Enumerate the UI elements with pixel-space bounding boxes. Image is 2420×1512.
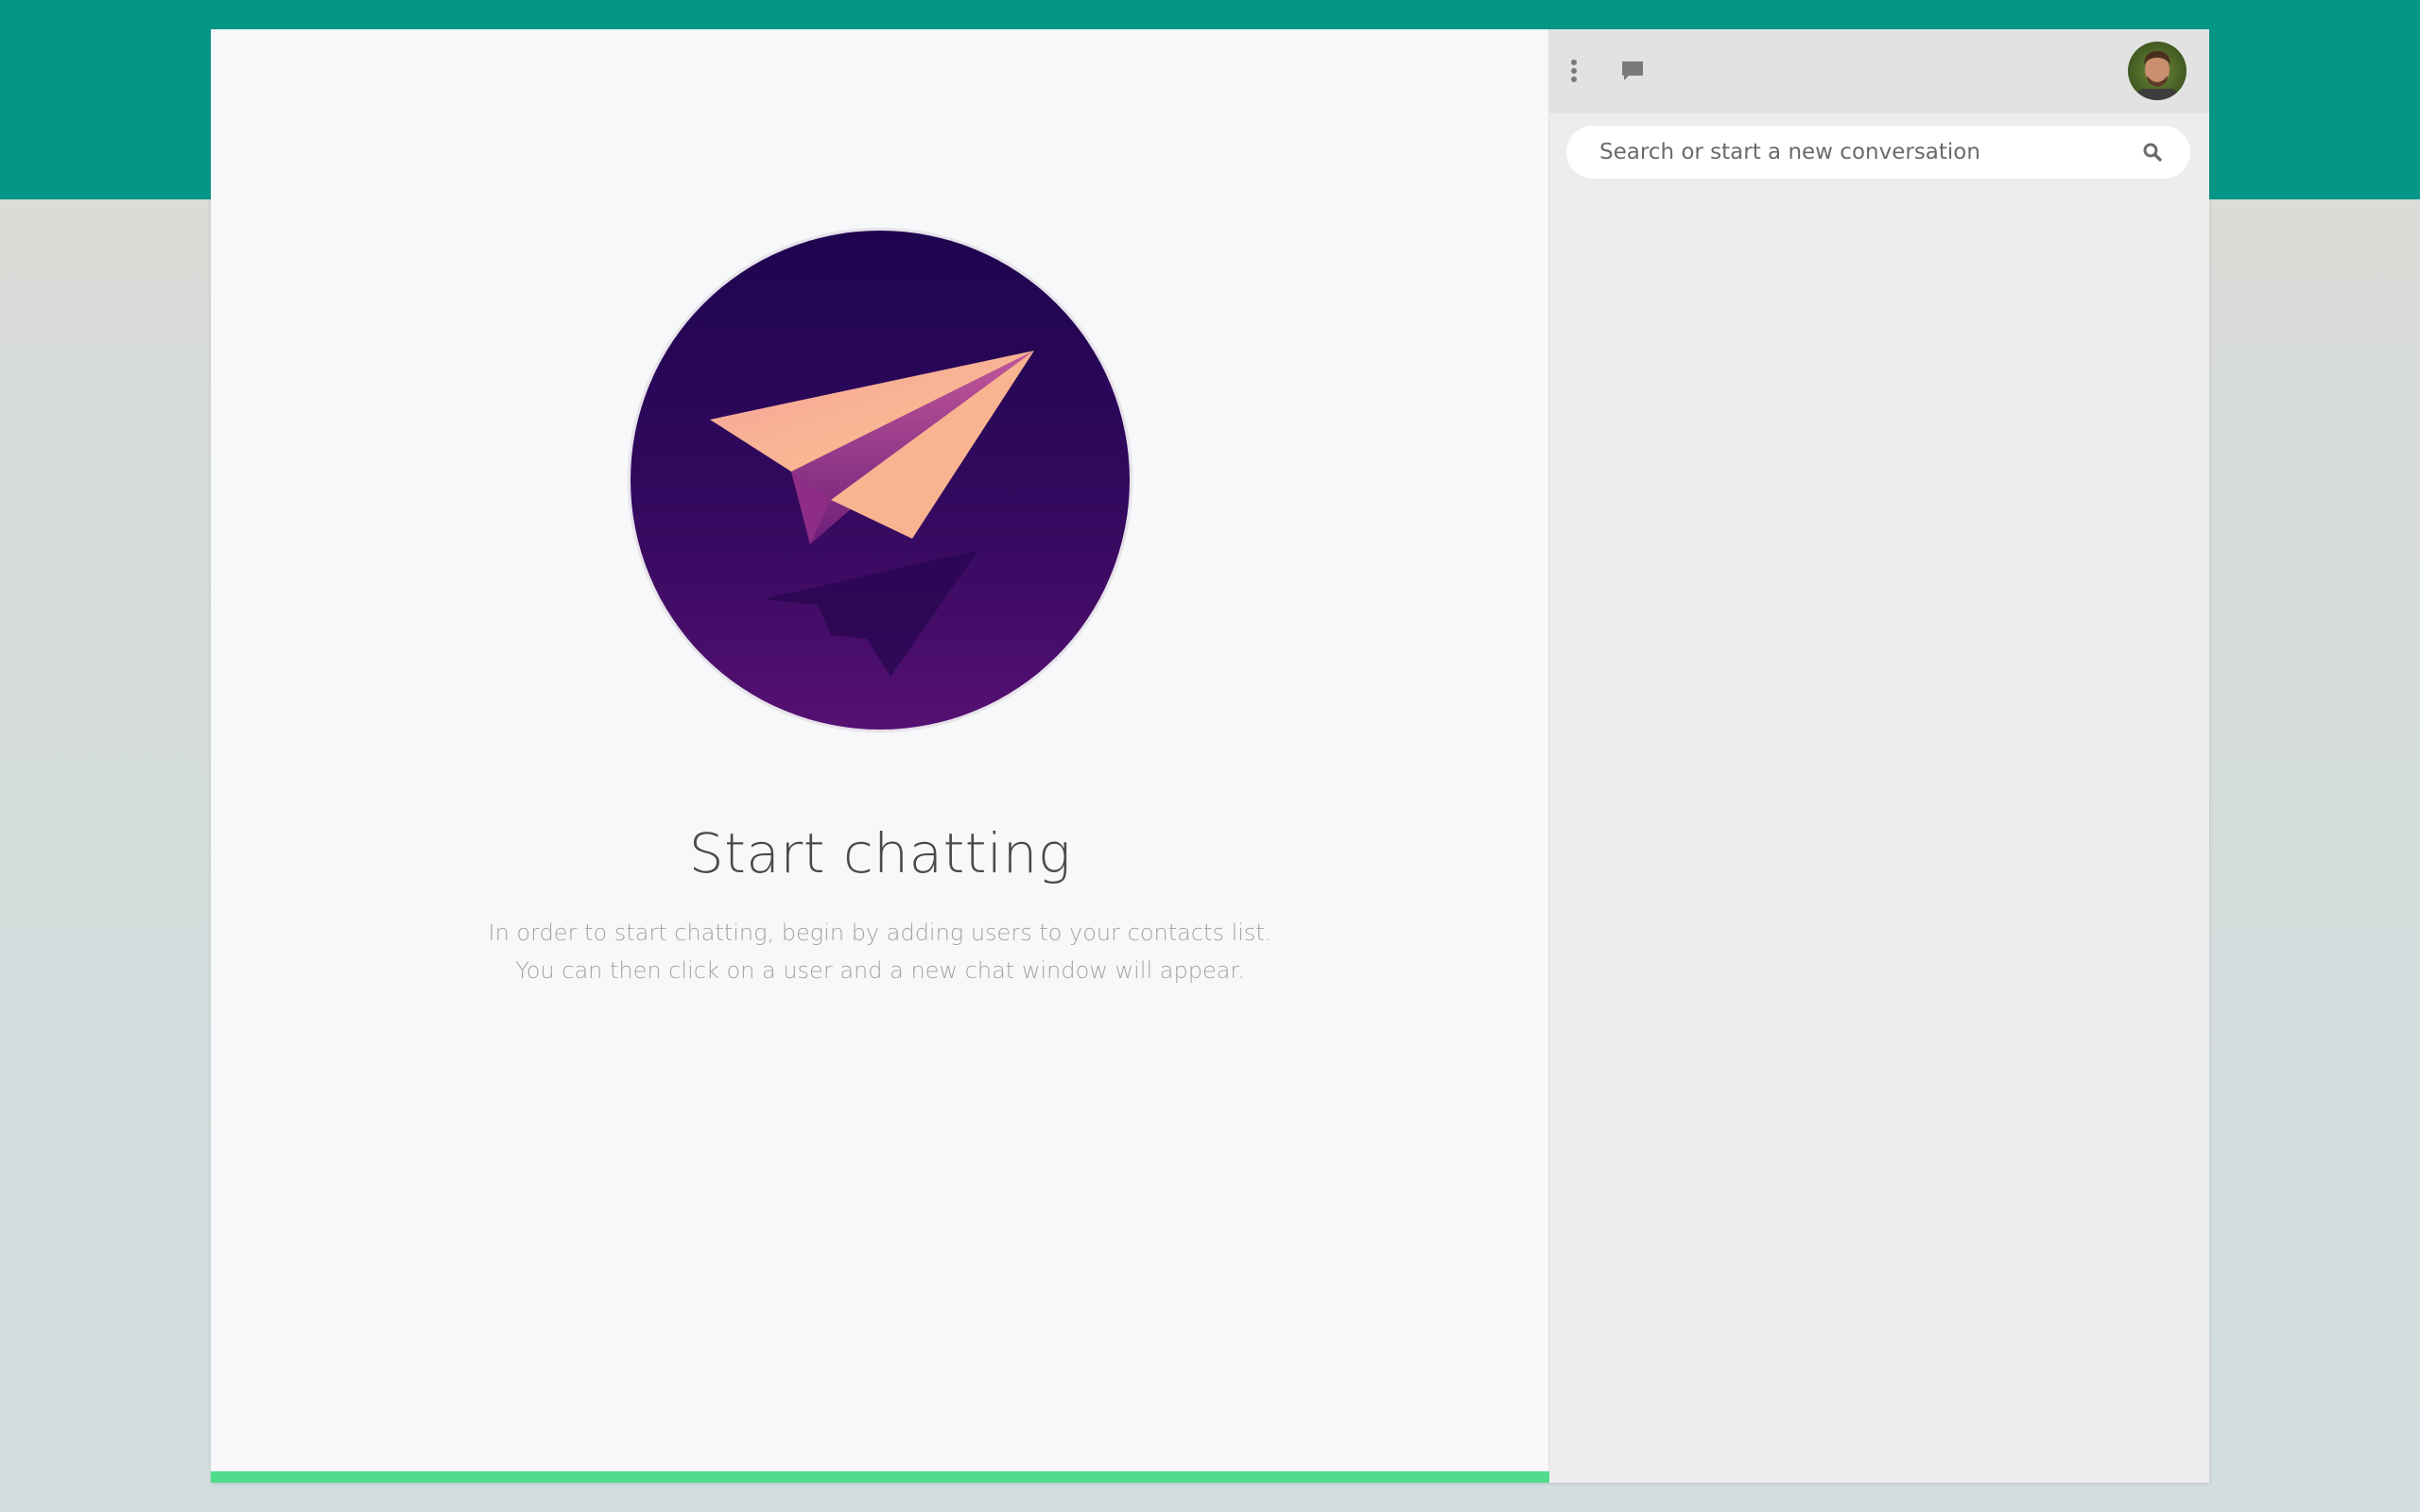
- welcome-description-line-2: You can then click on a user and a new c…: [515, 957, 1245, 984]
- bottom-accent-bar: [211, 1471, 1549, 1483]
- paper-plane-icon: [631, 231, 1130, 730]
- welcome-description: In order to start chatting, begin by add…: [211, 914, 1549, 989]
- menu-button[interactable]: [1555, 52, 1593, 90]
- new-chat-button[interactable]: [1614, 52, 1651, 90]
- user-avatar[interactable]: [2128, 42, 2187, 100]
- contacts-sidebar: [1549, 29, 2209, 1483]
- paper-plane-illustration: [631, 231, 1130, 730]
- welcome-pane: Start chatting In order to start chattin…: [211, 29, 1549, 1483]
- welcome-title: Start chatting: [688, 821, 1072, 885]
- chat-bubble-icon: [1622, 61, 1643, 80]
- search-icon[interactable]: [2141, 141, 2164, 163]
- welcome-description-line-1: In order to start chatting, begin by add…: [488, 919, 1272, 946]
- search-bar: [1566, 126, 2190, 179]
- app-window: Start chatting In order to start chattin…: [211, 29, 2209, 1483]
- avatar-image: [2128, 42, 2187, 100]
- vertical-dots-icon: [1571, 60, 1577, 82]
- search-input[interactable]: [1566, 126, 2134, 179]
- sidebar-header: [1549, 29, 2209, 113]
